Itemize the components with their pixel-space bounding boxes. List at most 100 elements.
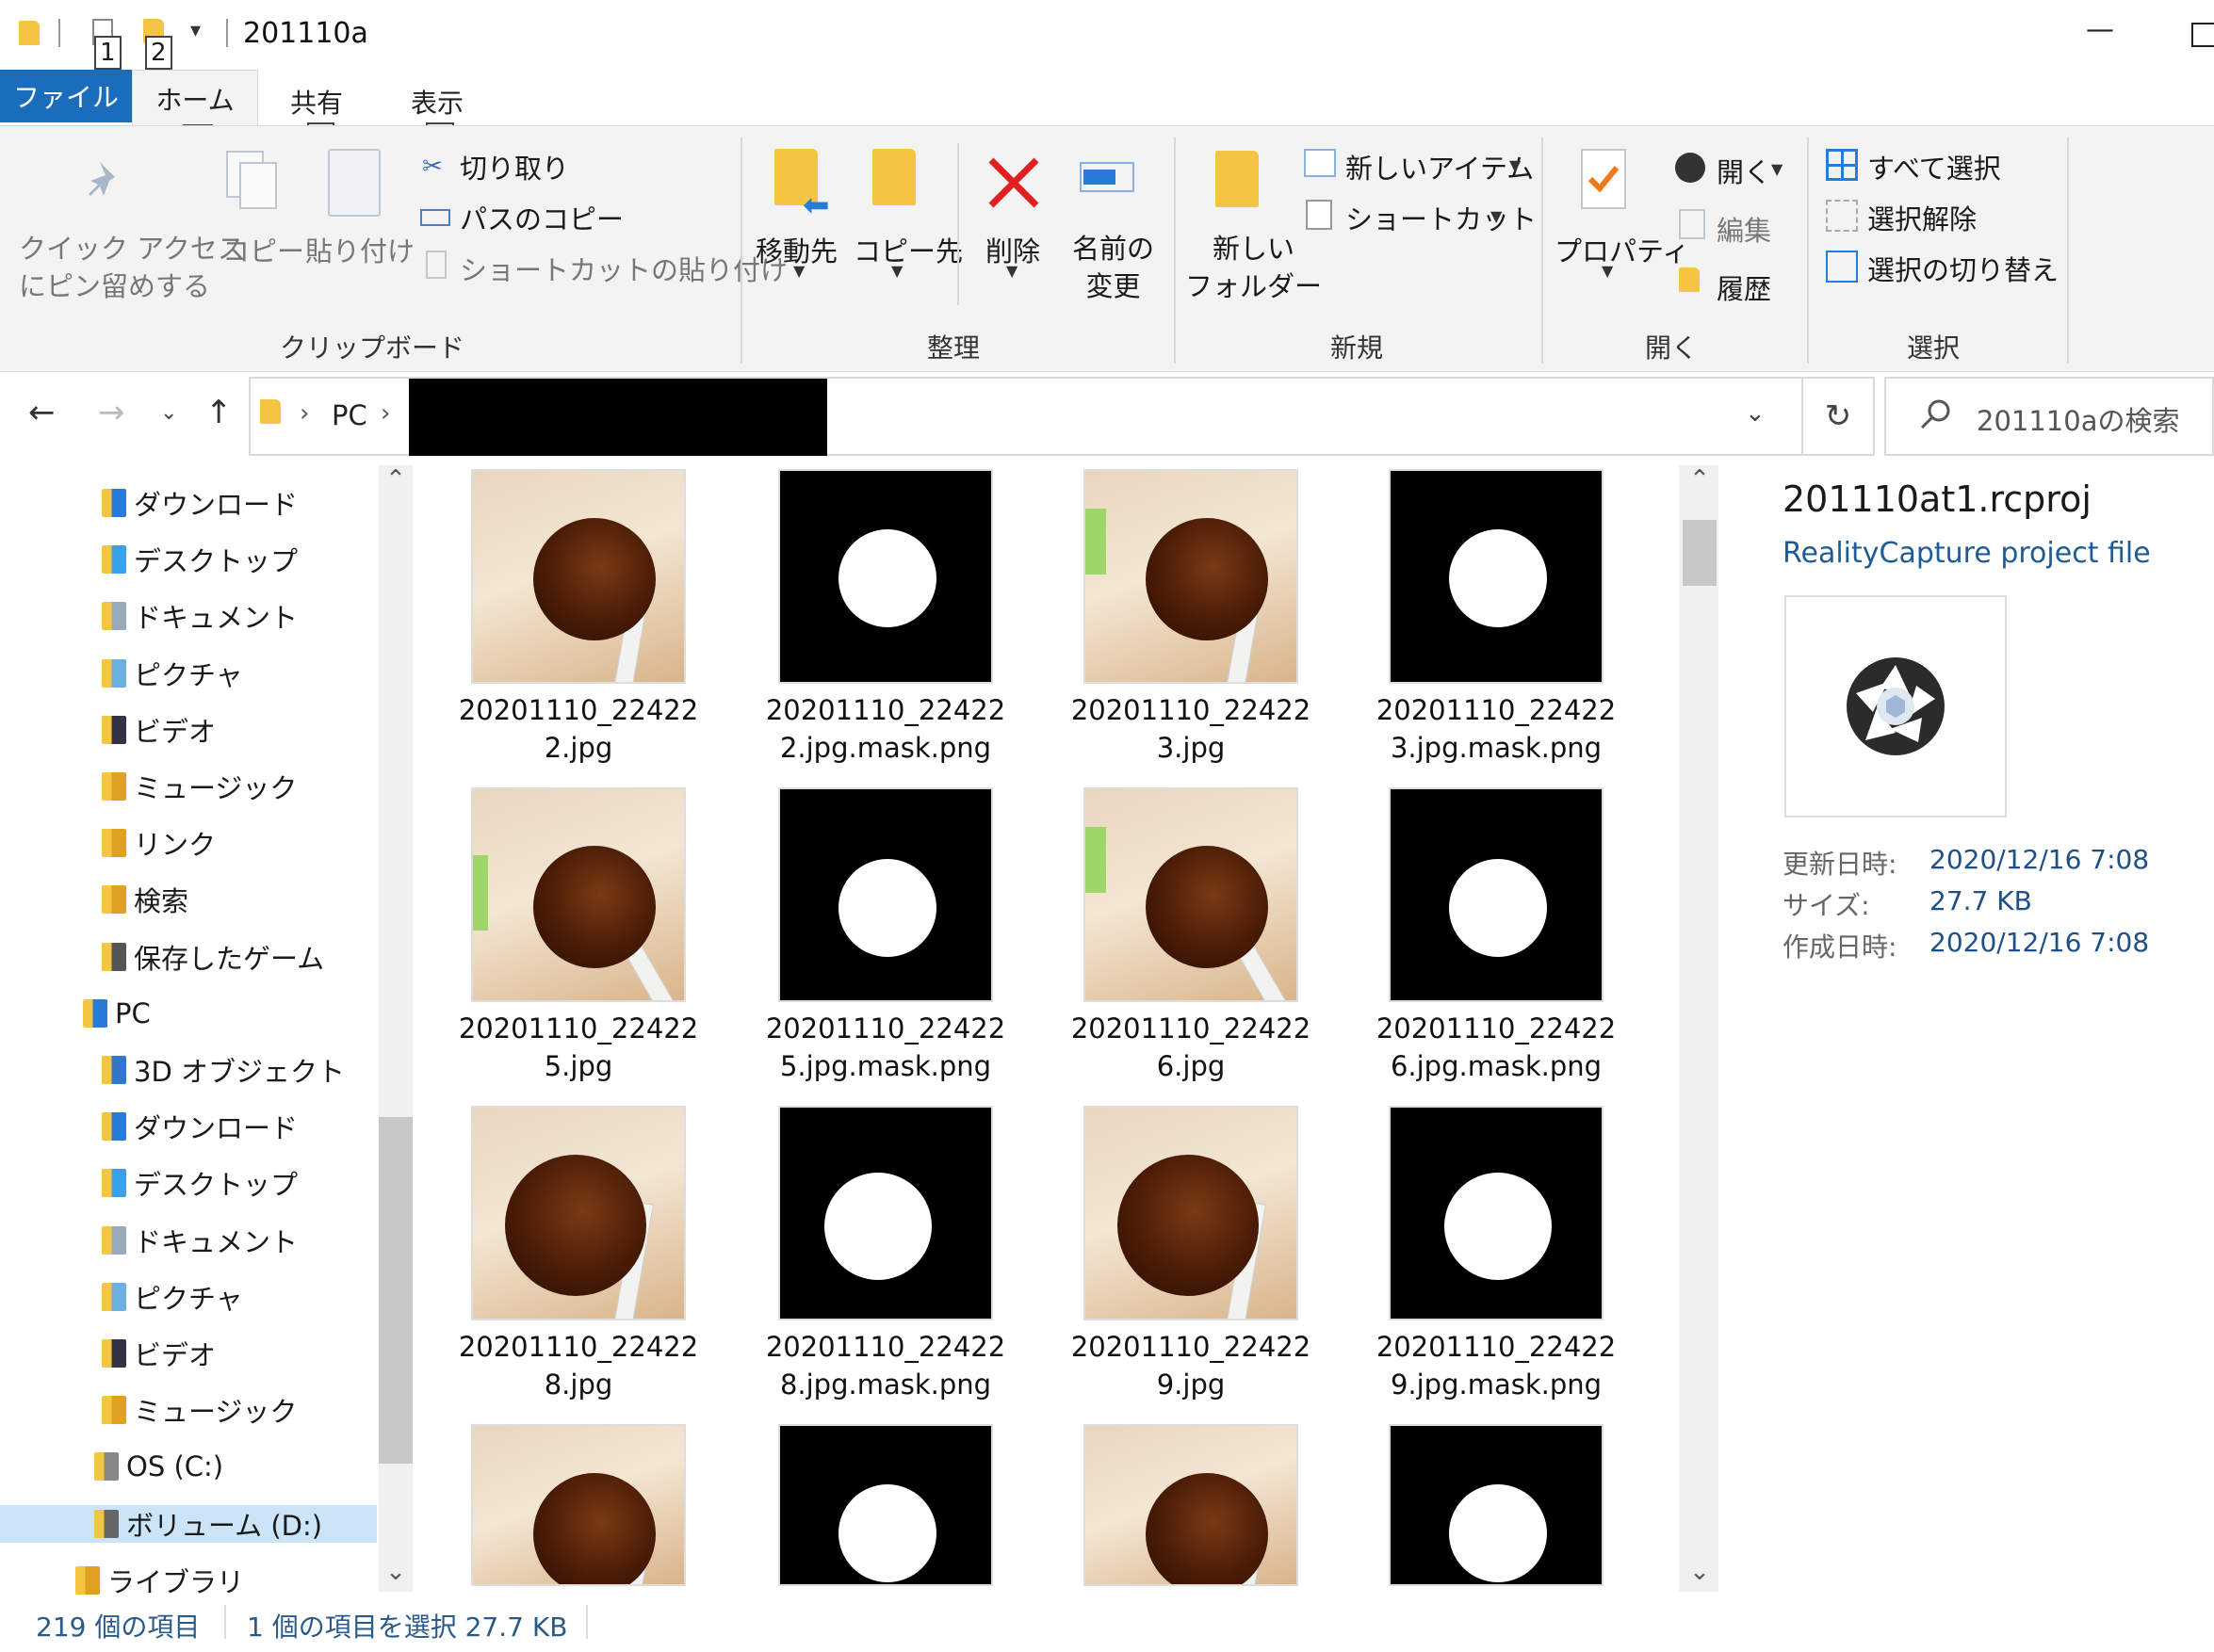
copy-to-dropdown-icon[interactable]: ▼ — [891, 262, 903, 280]
edit-button[interactable]: 編集 — [1717, 209, 1771, 249]
nav-item[interactable]: ボリューム (D:) — [0, 1504, 377, 1543]
nav-item[interactable]: ビデオ — [0, 711, 377, 749]
nav-item[interactable]: ピクチャ — [0, 1278, 377, 1316]
file-item[interactable] — [437, 1424, 720, 1586]
file-item[interactable]: 20201110_22422 8.jpg — [437, 1106, 720, 1403]
nav-item[interactable]: ミュージック — [0, 1391, 377, 1429]
pin-quick-access-button[interactable]: クイック アクセス にピン留めする — [19, 230, 245, 305]
address-dropdown-icon[interactable]: ⌄ — [1745, 399, 1766, 428]
tab-file[interactable]: ファイル — [0, 70, 132, 122]
file-item[interactable] — [744, 1424, 1027, 1586]
select-all-button[interactable]: すべて選択 — [1867, 147, 2001, 186]
nav-item[interactable]: 保存したゲーム — [0, 938, 377, 976]
properties-dropdown-icon[interactable]: ▼ — [1602, 262, 1613, 280]
nav-scroll-up-icon[interactable]: ⌃ — [381, 465, 411, 494]
file-item[interactable] — [1050, 1424, 1332, 1586]
file-item[interactable]: 20201110_22422 5.jpg.mask.png — [744, 787, 1027, 1085]
nav-item[interactable]: PC — [0, 995, 377, 1032]
history-button[interactable]: 履歴 — [1717, 267, 1771, 307]
file-item[interactable]: 20201110_22422 3.jpg.mask.png — [1355, 469, 1637, 767]
qat-customize-icon[interactable]: ▾ — [190, 19, 201, 42]
nav-item[interactable]: ピクチャ — [0, 655, 377, 692]
select-none-button[interactable]: 選択解除 — [1867, 198, 1977, 237]
details-created-value: 2020/12/16 7:08 — [1929, 927, 2150, 958]
tab-view[interactable]: 表示 — [411, 83, 464, 121]
nav-item[interactable]: デスクトップ — [0, 1164, 377, 1202]
nav-item[interactable]: 3D オブジェクト — [0, 1051, 377, 1089]
new-folder-button[interactable]: 新しい フォルダー — [1185, 230, 1322, 305]
rename-button[interactable]: 名前の 変更 — [1072, 230, 1154, 305]
invert-selection-button[interactable]: 選択の切り替え — [1867, 249, 2059, 288]
file-item[interactable]: 20201110_22422 8.jpg.mask.png — [744, 1106, 1027, 1403]
file-name-line-1: 20201110_22422 — [765, 694, 1006, 726]
up-button[interactable]: ↑ — [205, 394, 233, 431]
nav-item[interactable]: ダウンロード — [0, 1108, 377, 1145]
breadcrumb-separator-icon: › — [300, 399, 310, 428]
new-item-button[interactable]: 新しいアイテム — [1345, 147, 1534, 186]
nav-folder-icon — [102, 715, 126, 744]
file-item[interactable]: 20201110_22422 6.jpg.mask.png — [1355, 787, 1637, 1085]
nav-item[interactable]: ダウンロード — [0, 484, 377, 522]
tab-share[interactable]: 共有 — [290, 83, 343, 121]
recent-locations-button[interactable]: ⌄ — [160, 401, 177, 425]
copy-to-button[interactable]: コピー先 — [854, 230, 963, 269]
file-item[interactable]: 20201110_22422 5.jpg — [437, 787, 720, 1085]
nav-item[interactable]: ミュージック — [0, 768, 377, 805]
paste-shortcut-button[interactable]: ショートカットの貼り付け — [460, 249, 788, 288]
move-to-dropdown-icon[interactable]: ▼ — [793, 262, 805, 280]
nav-item[interactable]: ドキュメント — [0, 597, 377, 635]
file-name-line-1: 20201110_22422 — [458, 694, 699, 726]
file-item[interactable]: 20201110_22422 2.jpg — [437, 469, 720, 767]
invert-selection-icon — [1826, 251, 1858, 283]
nav-item[interactable]: デスクトップ — [0, 541, 377, 578]
file-item[interactable]: 20201110_22422 9.jpg.mask.png — [1355, 1106, 1637, 1403]
file-scroll-thumb[interactable] — [1683, 520, 1717, 586]
nav-item[interactable]: ライブラリ — [0, 1562, 377, 1599]
maximize-button[interactable] — [2191, 23, 2214, 47]
pin-label-2: にピン留めする — [19, 270, 211, 302]
nav-item-label: ミュージック — [134, 1396, 298, 1429]
window-title: 201110a — [243, 17, 368, 50]
open-button[interactable]: 開く — [1717, 151, 1771, 190]
copy-path-button[interactable]: パスのコピー — [460, 198, 624, 237]
nav-item[interactable]: OS (C:) — [0, 1448, 377, 1485]
nav-item[interactable]: ビデオ — [0, 1335, 377, 1372]
cut-button[interactable]: 切り取り — [460, 147, 569, 186]
delete-dropdown-icon[interactable]: ▼ — [1006, 262, 1017, 280]
refresh-button[interactable]: ↻ — [1801, 377, 1875, 456]
shortcut-dropdown-icon[interactable]: ▼ — [1490, 207, 1502, 225]
nav-scroll-down-icon[interactable]: ⌄ — [381, 1558, 411, 1586]
breadcrumb-pc[interactable]: PC — [332, 399, 367, 431]
file-scrollbar[interactable] — [1679, 465, 1718, 1592]
nav-item[interactable]: リンク — [0, 824, 377, 862]
paste-button[interactable]: 貼り付け — [305, 230, 415, 269]
nav-folder-icon — [102, 1396, 126, 1425]
details-file-type: RealityCapture project file — [1783, 537, 2151, 570]
tab-home[interactable]: ホーム — [132, 70, 258, 126]
tab-file-label: ファイル — [12, 82, 119, 113]
shortcut-button[interactable]: ショートカット — [1345, 198, 1537, 237]
forward-button[interactable]: → — [98, 394, 125, 431]
nav-scroll-thumb[interactable] — [379, 1117, 413, 1464]
details-modified-label: 更新日時: — [1783, 849, 1897, 880]
photo-thumbnail — [471, 1424, 686, 1586]
nav-item[interactable]: ドキュメント — [0, 1222, 377, 1259]
file-scroll-up-icon[interactable]: ⌃ — [1683, 465, 1717, 494]
file-item[interactable]: 20201110_22422 2.jpg.mask.png — [744, 469, 1027, 767]
file-scroll-down-icon[interactable]: ⌄ — [1683, 1558, 1717, 1586]
copy-button[interactable]: コピー — [222, 230, 304, 269]
file-item[interactable]: 20201110_22422 9.jpg — [1050, 1106, 1332, 1403]
minimize-button[interactable]: — — [2086, 13, 2114, 46]
photo-thumbnail — [1083, 787, 1298, 1002]
nav-folder-icon — [83, 998, 107, 1028]
file-item[interactable] — [1355, 1424, 1637, 1586]
file-item[interactable]: 20201110_22422 6.jpg — [1050, 787, 1332, 1085]
back-button[interactable]: ← — [28, 394, 56, 431]
nav-item[interactable]: 検索 — [0, 881, 377, 918]
properties-button[interactable]: プロパティ — [1555, 230, 1689, 269]
new-item-dropdown-icon[interactable]: ▼ — [1509, 156, 1521, 174]
file-item[interactable]: 20201110_22422 3.jpg — [1050, 469, 1332, 767]
nav-item-label: ミュージック — [134, 772, 298, 804]
open-dropdown-icon[interactable]: ▼ — [1771, 160, 1783, 178]
mask-thumbnail — [1389, 1424, 1604, 1586]
